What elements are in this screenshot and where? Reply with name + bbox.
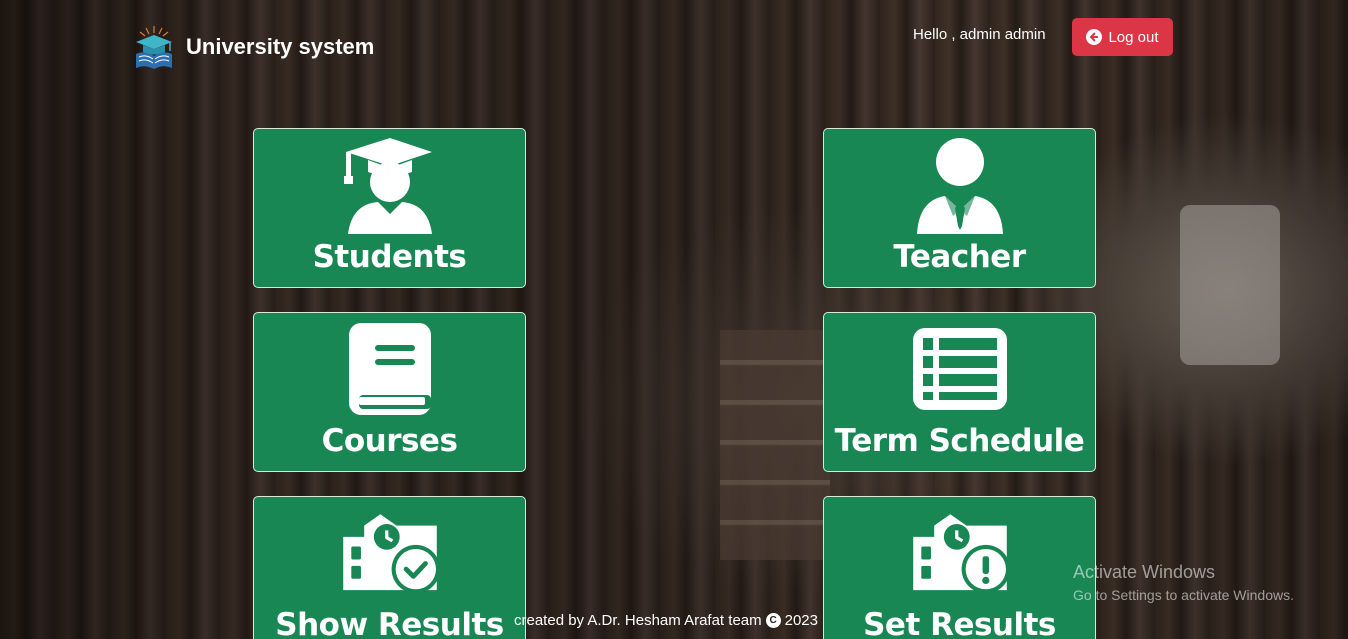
app-title: University system <box>186 34 375 59</box>
footer-credit: created by A.Dr. Hesham Arafat team <box>514 612 762 629</box>
brand[interactable]: University system <box>134 24 374 70</box>
card-set-results[interactable]: Set Results <box>823 496 1096 639</box>
table-list-icon <box>910 319 1010 419</box>
background-shelf <box>720 330 830 560</box>
footer: created by A.Dr. Hesham Arafat team C 20… <box>514 612 818 629</box>
card-label: Courses <box>321 423 458 459</box>
card-term-schedule[interactable]: Term Schedule <box>823 312 1096 472</box>
card-courses[interactable]: Courses <box>253 312 526 472</box>
teacher-tie-icon <box>910 135 1010 235</box>
card-label: Show Results <box>275 607 504 639</box>
building-check-icon <box>340 503 440 603</box>
logout-label: Log out <box>1108 28 1159 46</box>
student-graduate-icon <box>340 135 440 235</box>
card-teacher[interactable]: Teacher <box>823 128 1096 288</box>
copyright-icon: C <box>765 613 781 628</box>
watermark-title: Activate Windows <box>1073 562 1216 582</box>
book-icon <box>340 319 440 419</box>
logout-button[interactable]: Log out <box>1072 18 1173 56</box>
card-label: Set Results <box>863 607 1056 639</box>
top-navbar: University system Hello , admin admin Lo… <box>0 0 1348 80</box>
watermark-subtitle: Go to Settings to activate Windows. <box>1073 587 1294 603</box>
card-label: Term Schedule <box>834 423 1085 459</box>
user-greeting: Hello , admin admin <box>913 26 1046 43</box>
graduation-book-logo-icon <box>136 26 172 69</box>
background-image <box>0 0 1348 639</box>
arrow-left-circle-icon <box>1086 29 1103 45</box>
background-window <box>1180 205 1280 365</box>
building-exclamation-icon <box>910 503 1010 603</box>
footer-year: 2023 <box>784 612 818 629</box>
activate-windows-watermark: Activate Windows Go to Settings to activ… <box>1073 562 1294 603</box>
card-label: Teacher <box>893 239 1026 275</box>
card-label: Students <box>312 239 467 275</box>
card-show-results[interactable]: Show Results <box>253 496 526 639</box>
card-students[interactable]: Students <box>253 128 526 288</box>
